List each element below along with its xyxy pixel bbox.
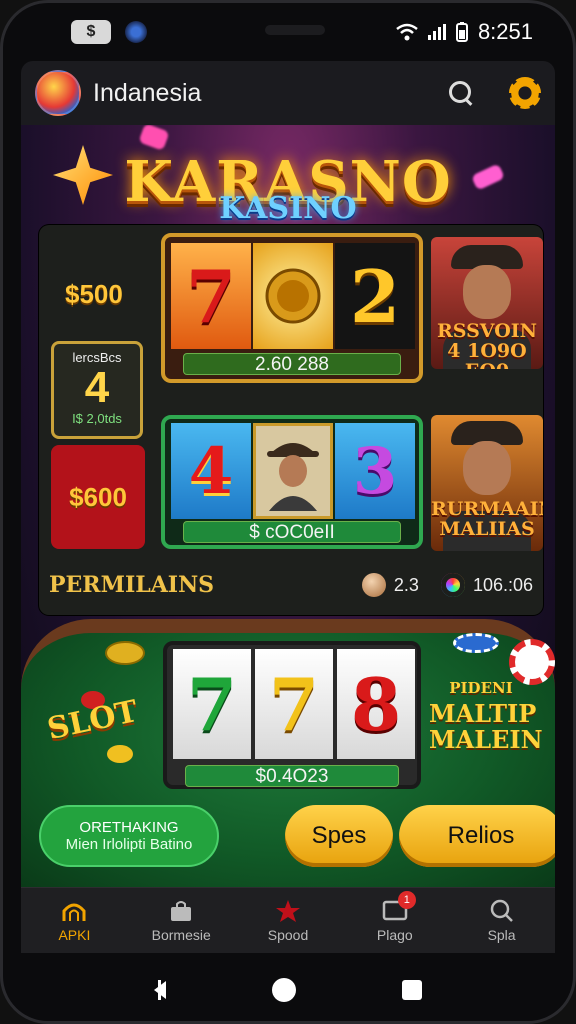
gold-emblem-icon: [253, 243, 333, 349]
nav-label: Spla: [487, 926, 516, 943]
nav-item-apki[interactable]: APKI: [21, 888, 128, 953]
nav-label: Plago: [376, 926, 413, 943]
section-title: PERMILAINS: [49, 572, 215, 598]
reel-symbol: 8: [337, 649, 415, 759]
nav-item-spla[interactable]: Spla: [448, 888, 555, 953]
nav-label: Bormesie: [151, 926, 211, 943]
back-icon[interactable]: [154, 980, 166, 1000]
clock-time: 8:251: [477, 19, 533, 44]
coin-stat-value: 2.3: [393, 574, 419, 595]
reel-symbol: 4: [171, 423, 251, 519]
avatar: [463, 265, 511, 319]
main-content: KARASNO KASINO $500 lercsBcs 4 I$ 2,0tds…: [21, 125, 555, 887]
avatar: [253, 423, 333, 519]
hero-subtitle: KASINO: [219, 191, 357, 226]
star-icon: [275, 899, 300, 922]
game-board: $500 lercsBcs 4 I$ 2,0tds $600 7 2 2.60 …: [39, 225, 543, 615]
nav-item-bormesie[interactable]: Bormesie: [128, 888, 235, 953]
app-logo[interactable]: [35, 70, 81, 116]
cookie-coin-icon: [361, 573, 386, 597]
player-card-1[interactable]: RSSVOIN 4 1O9O EO0: [431, 237, 543, 369]
system-navigation: [3, 953, 573, 1021]
spes-button[interactable]: Spes: [285, 805, 393, 867]
gear-icon[interactable]: [509, 77, 541, 109]
avatar: [463, 441, 511, 495]
level-tile-number: 4: [84, 363, 110, 412]
reel-symbol: 7: [255, 649, 333, 759]
reel-symbol: 2: [335, 243, 415, 349]
gold-coin-icon: [105, 641, 145, 665]
onboarding-button-title: ORETHAKING: [79, 819, 179, 836]
light-decoration: [138, 125, 170, 151]
notification-dot-icon: [125, 21, 147, 43]
home-arch-icon: [62, 903, 86, 921]
onboarding-button-subtitle: Mien Irlolipti Batino: [65, 836, 193, 853]
bonus-amount-bottom: $600: [69, 481, 127, 512]
bag-icon: [171, 900, 192, 921]
home-icon[interactable]: [272, 978, 296, 1002]
bottom-navigation: APKI Bormesie Spood 1 Plago Spla: [21, 887, 555, 953]
reel-symbol: 7: [171, 243, 251, 349]
slot-machine-a[interactable]: 7 2 2.60 288: [161, 233, 423, 383]
nav-label: Spood: [267, 926, 309, 943]
app-title: Indanesia: [93, 78, 202, 107]
search-icon: [490, 899, 513, 922]
coin-stat: 2.3: [361, 573, 419, 597]
reel-symbol: 3: [335, 423, 415, 519]
gold-chip-icon: [107, 745, 133, 763]
side-caption-line3: MALEIN: [429, 725, 543, 754]
side-caption: PIDENI MALTIP MALEIN: [429, 675, 543, 754]
side-caption-line1: PIDENI: [449, 679, 513, 697]
relios-button[interactable]: Relios: [399, 805, 555, 867]
slot-label: SLOT: [44, 693, 141, 748]
bonus-amount-bottom-tile[interactable]: $600: [51, 445, 145, 549]
player-card-2-line2: MALIIAS: [439, 518, 535, 540]
reel-c-value: $0.4O23: [185, 765, 399, 787]
phone-frame: $ 8:251 Indanesia KARASNO KASINO $500 le…: [0, 0, 576, 1024]
reel-a-value: 2.60 288: [183, 353, 401, 375]
bonus-amount-top[interactable]: $500: [65, 279, 123, 310]
player-card-1-line2: 4 1O9O EO0: [447, 340, 527, 369]
message-icon: 1: [382, 890, 416, 923]
player-card-1-line1: RSSVOIN: [436, 320, 538, 342]
wheel-stat: 106.:06: [440, 573, 533, 597]
reel-b-value: $ cOC0eII: [183, 521, 401, 543]
reel-symbol: 7: [173, 649, 251, 759]
search-icon[interactable]: [449, 81, 473, 105]
camera-notch: [265, 25, 325, 35]
nav-item-plago[interactable]: 1 Plago: [341, 888, 448, 953]
app-header: Indanesia: [21, 61, 555, 125]
player-card-2[interactable]: RURMAAIN MALIIAS: [431, 415, 543, 551]
status-bar: $ 8:251: [3, 3, 573, 61]
nav-item-spood[interactable]: Spood: [235, 888, 342, 953]
wifi-icon: [396, 23, 418, 41]
level-tile[interactable]: lercsBcs 4 I$ 2,0tds: [51, 341, 143, 439]
level-tile-sub: I$ 2,0tds: [72, 411, 122, 426]
onboarding-button[interactable]: ORETHAKING Mien Irlolipti Batino: [39, 805, 219, 867]
slot-machine-c[interactable]: 7 7 8 $0.4O23: [163, 641, 421, 789]
blue-chip-icon: [453, 633, 499, 653]
dollar-app-icon: $: [71, 20, 111, 44]
battery-icon: [455, 22, 468, 42]
recent-apps-icon[interactable]: [402, 980, 422, 1000]
slot-machine-b[interactable]: 4 3 $ cOC0eII: [161, 415, 423, 549]
color-wheel-icon: [440, 573, 465, 597]
cta-row: ORETHAKING Mien Irlolipti Batino Spes Re…: [39, 805, 555, 869]
player-card-2-line1: RURMAAIN: [431, 498, 543, 520]
notification-badge: 1: [397, 890, 416, 909]
signal-icon: [427, 24, 446, 40]
stats-row: PERMILAINS 2.3 106.:06: [49, 565, 533, 605]
wheel-stat-value: 106.:06: [472, 574, 533, 595]
nav-label: APKI: [58, 926, 91, 943]
side-caption-line2: MALTIP: [429, 699, 537, 728]
